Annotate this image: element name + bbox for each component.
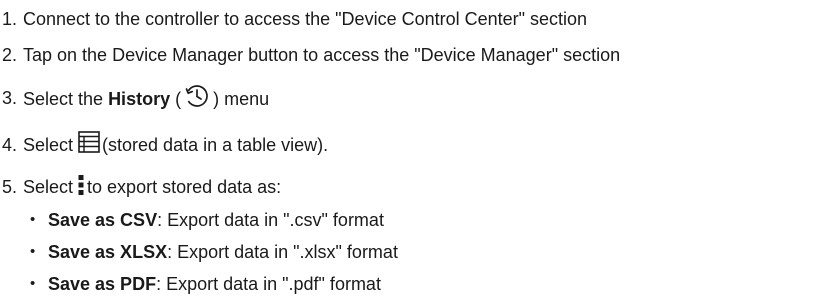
table-view-icon	[78, 131, 100, 153]
step-text-prefix: Select	[23, 177, 79, 197]
step-text-suffix: to export stored data as:	[87, 177, 282, 197]
step-text-suffix: ) menu	[213, 89, 270, 109]
option-label: Save as PDF	[48, 274, 157, 294]
step-number: 1.	[2, 9, 18, 29]
instruction-document: 1. Connect to the controller to access t…	[0, 0, 837, 302]
option-label: Save as CSV	[48, 210, 158, 230]
option-text: Save as CSV: Export data in ".csv" forma…	[48, 209, 384, 231]
step-text: Select to export stored data as:	[23, 175, 282, 198]
step-text-prefix: Select	[23, 135, 79, 155]
more-vertical-icon	[78, 175, 84, 195]
step-number: 2.	[2, 45, 18, 65]
option-text: Save as XLSX: Export data in ".xlsx" for…	[48, 241, 398, 263]
paren-open: (	[170, 89, 182, 109]
option-text: Save as PDF: Export data in ".pdf" forma…	[48, 273, 381, 295]
step-text-prefix: Select the	[23, 89, 109, 109]
step-text: Select the History ( ) menu	[23, 85, 270, 111]
history-icon	[184, 83, 210, 107]
option-description: : Export data in ".xlsx" format	[167, 242, 398, 262]
option-description: : Export data in ".csv" format	[157, 210, 384, 230]
history-menu-label: History	[108, 89, 171, 109]
step-number: 4.	[2, 135, 18, 155]
bullet: •	[30, 211, 36, 228]
bullet: •	[30, 243, 36, 260]
step-text: Connect to the controller to access the …	[23, 9, 588, 29]
option-description: : Export data in ".pdf" format	[156, 274, 381, 294]
option-label: Save as XLSX	[48, 242, 168, 262]
step-text-suffix: (stored data in a table view).	[102, 135, 329, 155]
bullet: •	[30, 275, 36, 292]
step-text: Select (stored data in a table view).	[23, 131, 329, 156]
step-text: Tap on the Device Manager button to acce…	[23, 45, 621, 65]
step-number: 3.	[2, 88, 18, 108]
step-number: 5.	[2, 177, 18, 197]
